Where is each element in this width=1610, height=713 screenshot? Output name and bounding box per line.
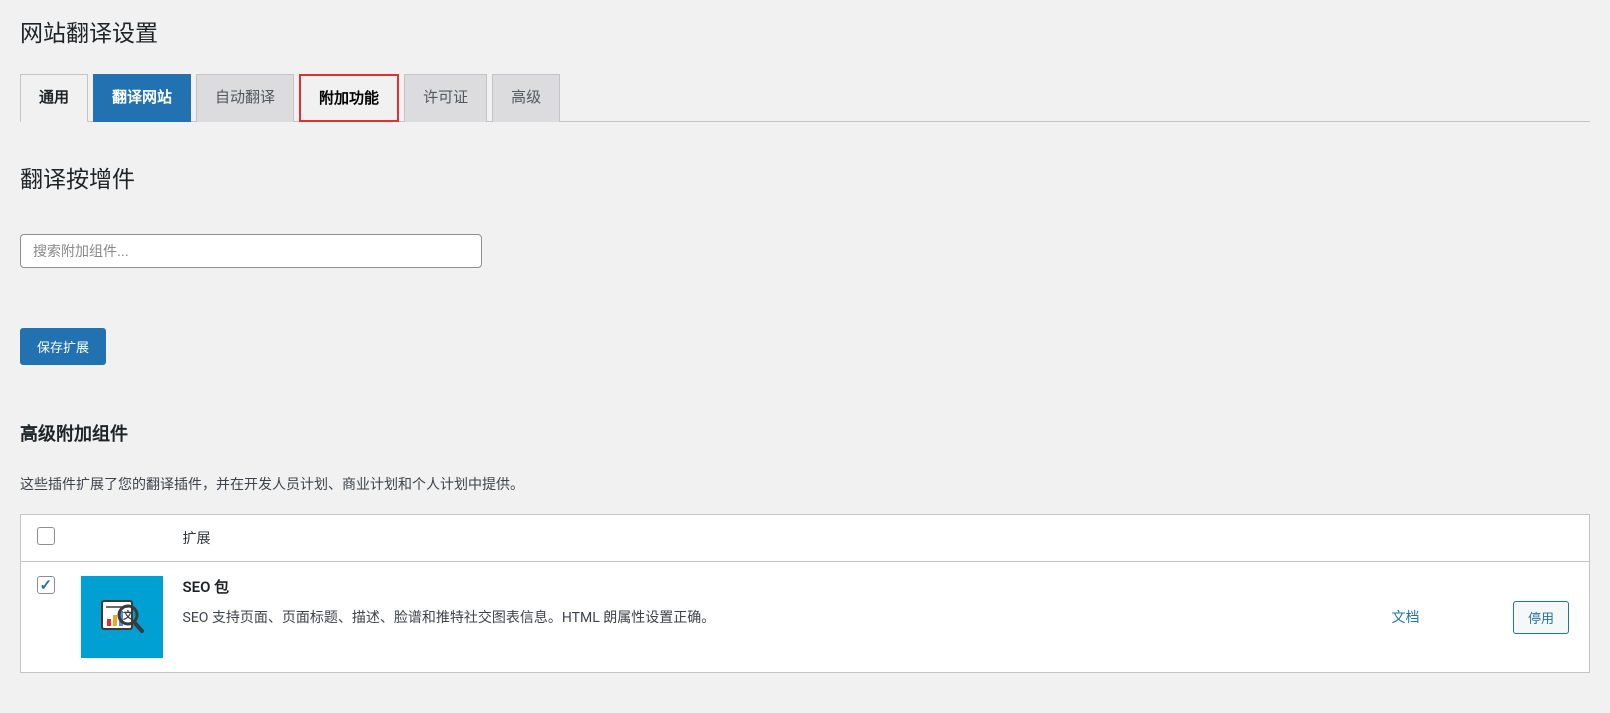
svg-text:文: 文: [123, 609, 134, 622]
tab-auto-translate[interactable]: 自动翻译: [196, 74, 294, 122]
search-input[interactable]: [20, 234, 482, 268]
tab-advanced[interactable]: 高级: [492, 74, 560, 122]
table-header-doc: [1280, 515, 1480, 562]
tab-license[interactable]: 许可证: [404, 74, 487, 122]
addon-description: SEO 支持页面、页面标题、描述、脸谱和推特社交图表信息。HTML 朗属性设置正…: [183, 607, 1270, 629]
section-title: 翻译按增件: [20, 160, 1590, 194]
table-header-checkbox: [21, 515, 71, 562]
settings-tabs: 通用 翻译网站 自动翻译 附加功能 许可证 高级: [20, 73, 1590, 122]
addon-doc-link[interactable]: 文档: [1392, 610, 1420, 626]
save-button[interactable]: 保存扩展: [20, 328, 106, 365]
table-header-extension: 扩展: [173, 515, 1280, 562]
tab-addons[interactable]: 附加功能: [299, 74, 399, 122]
table-row: 文 SEO 包 SEO 支持页面、页面标题、描述、脸谱和推特社交图表信息。HTM…: [21, 562, 1590, 673]
table-header-action: [1480, 515, 1590, 562]
table-header-icon-col: [71, 515, 173, 562]
disable-button[interactable]: 停用: [1513, 601, 1569, 634]
tab-general[interactable]: 通用: [20, 74, 88, 122]
select-all-checkbox[interactable]: [37, 527, 55, 545]
seo-pack-icon: 文: [81, 576, 163, 658]
addons-table: 扩展 文: [20, 514, 1590, 673]
addon-checkbox[interactable]: [37, 576, 55, 594]
advanced-addons-title: 高级附加组件: [20, 420, 1590, 446]
addon-title: SEO 包: [183, 576, 1270, 597]
tab-translate-site[interactable]: 翻译网站: [93, 74, 191, 122]
page-title: 网站翻译设置: [20, 10, 1590, 53]
advanced-addons-description: 这些插件扩展了您的翻译插件，并在开发人员计划、商业计划和个人计划中提供。: [20, 474, 1590, 496]
